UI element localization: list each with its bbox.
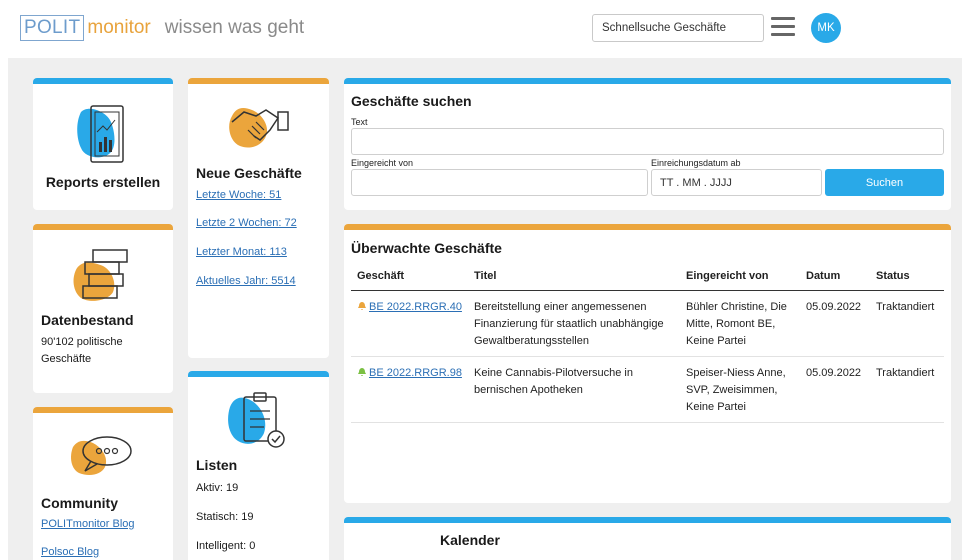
geschaefte-suchen-title: Geschäfte suchen [351, 93, 472, 109]
row-status: Traktandiert [870, 356, 944, 423]
geschaefte-suchen-card: Geschäfte suchen Text Eingereicht von Ei… [344, 78, 951, 210]
bell-icon[interactable] [357, 301, 367, 311]
col-geschaeft[interactable]: Geschäft [351, 262, 468, 291]
text-label: Text [351, 117, 368, 127]
logo-box-text: POLIT [20, 15, 85, 41]
community-card: Community POLITmonitor Blog Polsoc Blog [33, 407, 173, 560]
table-row: BE 2022.RRGR.40 Bereitstellung einer ang… [351, 290, 944, 357]
kalender-card: Kalender [344, 517, 951, 560]
logo-monitor-text: monitor [87, 17, 151, 38]
clipboard-check-icon [228, 392, 285, 448]
polit-monitor-logo[interactable]: POLIT monitor wissen was geht [20, 14, 304, 42]
col-status[interactable]: Status [870, 262, 944, 291]
einreichungsdatum-input[interactable] [651, 169, 822, 196]
eingereicht-von-input[interactable] [351, 169, 648, 196]
ueberwachte-geschaefte-title: Überwachte Geschäfte [351, 240, 502, 256]
link-letzte-woche[interactable]: Letzte Woche: 51 [196, 189, 281, 201]
col-datum[interactable]: Datum [800, 262, 870, 291]
datenbestand-card: Datenbestand 90'102 politische Geschäfte [33, 224, 173, 393]
chat-bubble-icon [71, 436, 132, 475]
neue-geschaefte-card: Neue Geschäfte Letzte Woche: 51 Letzte 2… [188, 78, 329, 358]
listen-intelligent: Intelligent: 0 [196, 540, 256, 552]
suchen-button[interactable]: Suchen [825, 169, 944, 196]
einreichungsdatum-label: Einreichungsdatum ab [651, 158, 741, 168]
geschaeft-link[interactable]: BE 2022.RRGR.98 [369, 367, 462, 379]
table-header-row: Geschäft Titel Eingereicht von Datum Sta… [351, 262, 944, 291]
handshake-icon [229, 108, 289, 148]
row-eingereicht-von: Speiser-Niess Anne, SVP, Zweisimmen, Kei… [680, 356, 800, 423]
geschaeft-link[interactable]: BE 2022.RRGR.40 [369, 301, 462, 313]
listen-statisch: Statisch: 19 [196, 511, 254, 523]
database-icon [73, 249, 128, 301]
link-aktuelles-jahr[interactable]: Aktuelles Jahr: 5514 [196, 275, 296, 287]
dashboard-content: Reports erstellen Datenbestand 90'102 po… [8, 58, 962, 560]
menu-icon[interactable] [771, 17, 795, 39]
datenbestand-title: Datenbestand [41, 312, 134, 328]
ueberwachte-geschaefte-table: Geschäft Titel Eingereicht von Datum Sta… [351, 262, 944, 423]
community-title: Community [41, 495, 118, 511]
row-titel: Keine Cannabis-Pilotversuche in bernisch… [468, 356, 680, 423]
table-row: BE 2022.RRGR.98 Keine Cannabis-Pilotvers… [351, 356, 944, 423]
community-link-politmonitor-blog[interactable]: POLITmonitor Blog [41, 518, 135, 530]
listen-title: Listen [196, 457, 238, 473]
text-input[interactable] [351, 128, 944, 155]
col-titel[interactable]: Titel [468, 262, 680, 291]
reports-card[interactable]: Reports erstellen [33, 78, 173, 210]
quick-search-input[interactable] [592, 14, 764, 42]
logo-claim: wissen was geht [164, 17, 305, 38]
ueberwachte-geschaefte-card: Überwachte Geschäfte Geschäft Titel Eing… [344, 224, 951, 503]
link-letzte-2-wochen[interactable]: Letzte 2 Wochen: 72 [196, 217, 297, 229]
row-eingereicht-von: Bühler Christine, Die Mitte, Romont BE, … [680, 290, 800, 357]
reports-icon [77, 105, 124, 163]
row-titel: Bereitstellung einer angemessenen Finanz… [468, 290, 680, 357]
kalender-title: Kalender [440, 532, 500, 548]
community-link-polsoc-blog[interactable]: Polsoc Blog [41, 546, 99, 558]
listen-card: Listen Aktiv: 19 Statisch: 19 Intelligen… [188, 371, 329, 560]
link-letzter-monat[interactable]: Letzter Monat: 113 [196, 246, 287, 258]
user-avatar[interactable]: MK [811, 13, 841, 43]
eingereicht-von-label: Eingereicht von [351, 158, 414, 168]
listen-aktiv: Aktiv: 19 [196, 482, 239, 494]
row-datum: 05.09.2022 [800, 356, 870, 423]
bell-icon[interactable] [357, 367, 367, 377]
row-status: Traktandiert [870, 290, 944, 357]
neue-geschaefte-title: Neue Geschäfte [196, 165, 302, 181]
col-eingereicht-von[interactable]: Eingereicht von [680, 262, 800, 291]
top-header: POLIT monitor wissen was geht MK [0, 0, 966, 56]
datenbestand-text: 90'102 politische Geschäfte [41, 336, 123, 365]
reports-title: Reports erstellen [45, 174, 161, 190]
row-datum: 05.09.2022 [800, 290, 870, 357]
